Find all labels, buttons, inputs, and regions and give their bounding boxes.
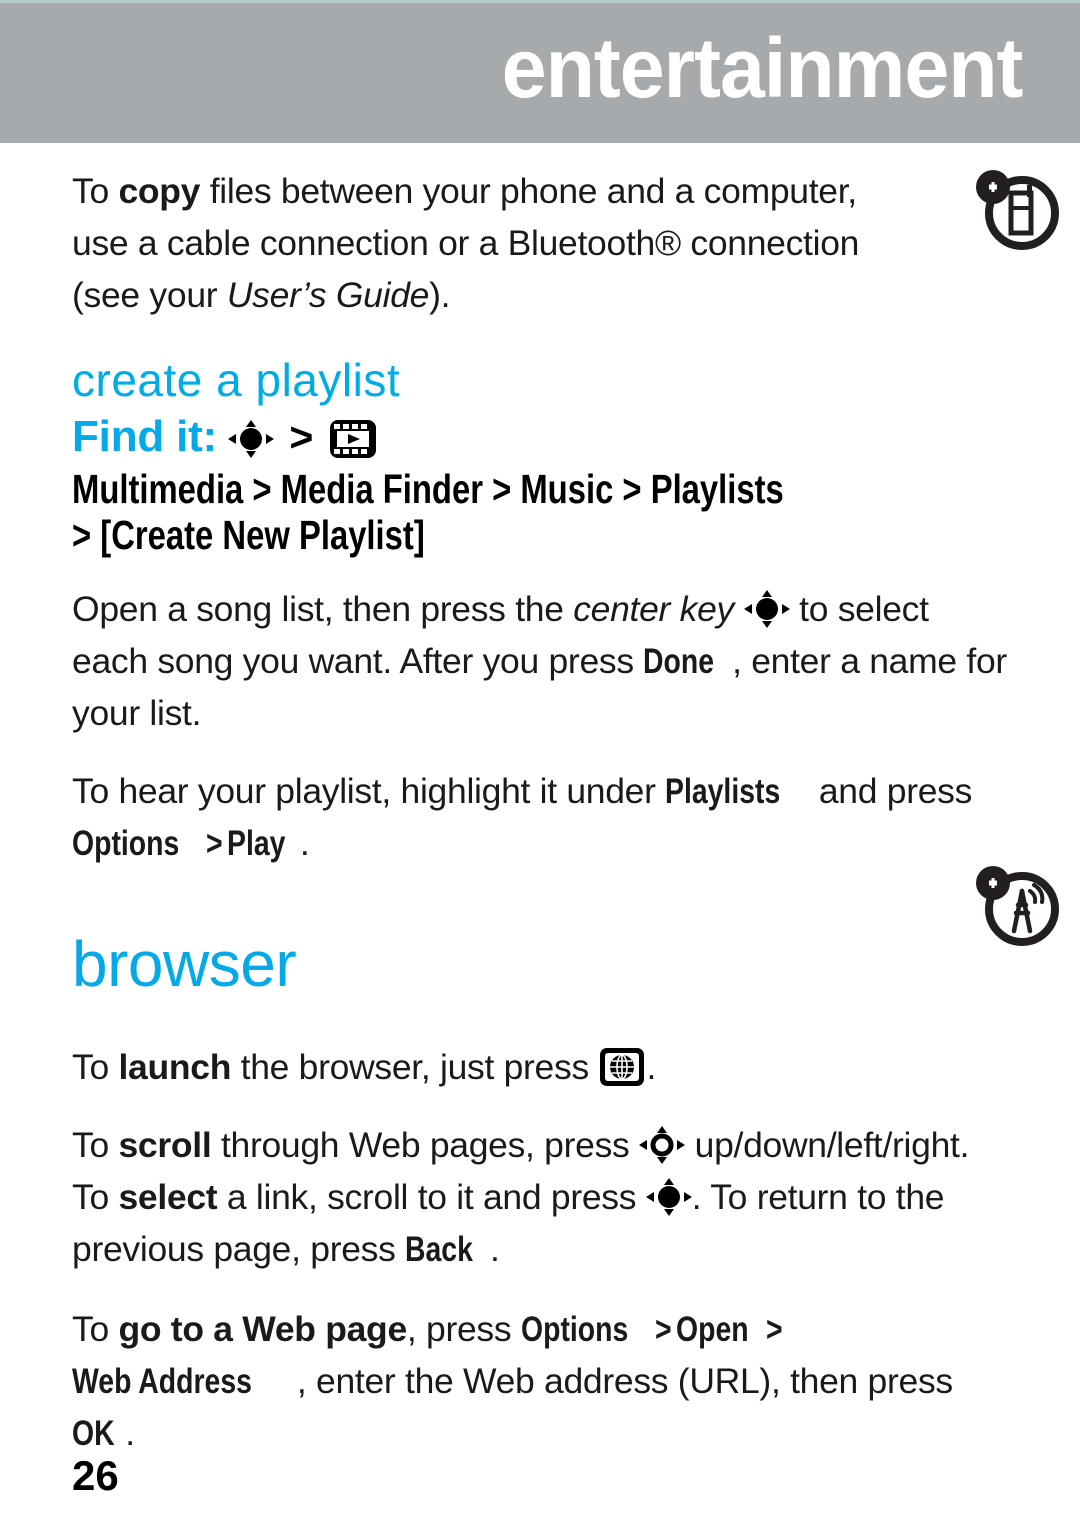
paragraph-copy-files: To copy files between your phone and a c… — [72, 165, 892, 321]
launch-text-2: the browser, just press — [231, 1047, 599, 1087]
menu-label-play: Play — [226, 823, 286, 863]
browser-globe-key-icon — [598, 1046, 646, 1088]
path-separator: > — [289, 414, 314, 460]
scroll-text-1: To — [72, 1125, 119, 1165]
page-title: entertainment — [501, 21, 1023, 115]
menu-label-playlists: Playlists — [665, 771, 781, 811]
goto-text-4: . — [125, 1413, 135, 1453]
menu-separator-2: > — [766, 1309, 784, 1349]
center-key-icon — [743, 590, 790, 628]
scroll-key-icon — [639, 1126, 686, 1164]
goto-text-1: To — [72, 1309, 119, 1349]
goto-keyword: go to a Web page — [118, 1309, 407, 1349]
select-keyword: select — [118, 1177, 218, 1217]
users-guide-reference: User’s Guide — [226, 275, 430, 315]
center-key-term: center key — [573, 589, 734, 629]
chapter-banner: entertainment — [0, 3, 1080, 143]
text-column: To copy files between your phone and a c… — [72, 165, 1012, 1485]
copy-keyword: copy — [118, 171, 201, 211]
menu-separator: > — [206, 823, 223, 863]
menu-label-web-address: Web Address — [72, 1361, 252, 1401]
hear-text-3: . — [299, 823, 310, 863]
menu-label-done: Done — [643, 641, 715, 681]
multimedia-film-icon — [328, 418, 378, 460]
launch-keyword: launch — [118, 1047, 232, 1087]
paragraph-hear-playlist: To hear your playlist, highlight it unde… — [72, 765, 1012, 869]
find-it-label: Find it: — [72, 412, 218, 461]
paragraph-launch-browser: To launch the browser, just press . — [72, 1041, 1012, 1093]
menu-label-open: Open — [675, 1309, 749, 1349]
goto-text-3: , enter the Web address (URL), then pres… — [296, 1361, 953, 1401]
scroll-text-4: a link, scroll to it and press — [217, 1177, 646, 1217]
find-it-path: Find it: > Multimedia > Media Finder > M… — [72, 411, 1012, 561]
section-heading-create-playlist: create a playlist — [72, 354, 401, 406]
open-song-space — [734, 589, 744, 629]
page-content: To copy files between your phone and a c… — [0, 143, 1080, 1532]
paragraph-open-song-list: Open a song list, then press the center … — [72, 583, 1012, 739]
paragraph-scroll-select: To scroll through Web pages, press up/do… — [72, 1119, 1012, 1275]
menu-label-options: Options — [72, 823, 180, 863]
copy-text-3: ). — [429, 275, 451, 315]
menu-separator-1: > — [655, 1309, 672, 1349]
launch-text-1: To — [72, 1047, 119, 1087]
page-number: 26 — [72, 1452, 119, 1499]
goto-text-2: , press — [406, 1309, 521, 1349]
menu-label-back: Back — [405, 1229, 474, 1269]
section-heading-browser: browser — [72, 928, 297, 1000]
scroll-keyword: scroll — [118, 1125, 212, 1165]
hear-text-1: To hear your playlist, highlight it unde… — [72, 771, 666, 811]
menu-label-options-2: Options — [520, 1309, 629, 1349]
open-song-text-1: Open a song list, then press the — [72, 589, 574, 629]
hear-text-2: and press — [809, 771, 973, 811]
center-key-icon — [645, 1178, 692, 1216]
launch-text-3: . — [646, 1047, 657, 1087]
scroll-text-6: . — [490, 1229, 500, 1269]
find-it-path-text-line1: Multimedia > Media Finder > Music > Play… — [72, 466, 784, 512]
center-key-icon — [228, 420, 275, 458]
copy-text-1: To — [72, 171, 119, 211]
paragraph-go-to-web-page: To go to a Web page, press Options > Ope… — [72, 1303, 1012, 1459]
scroll-text-2: through Web pages, press — [211, 1125, 640, 1165]
find-it-path-text-line2: > [Create New Playlist] — [72, 512, 425, 558]
